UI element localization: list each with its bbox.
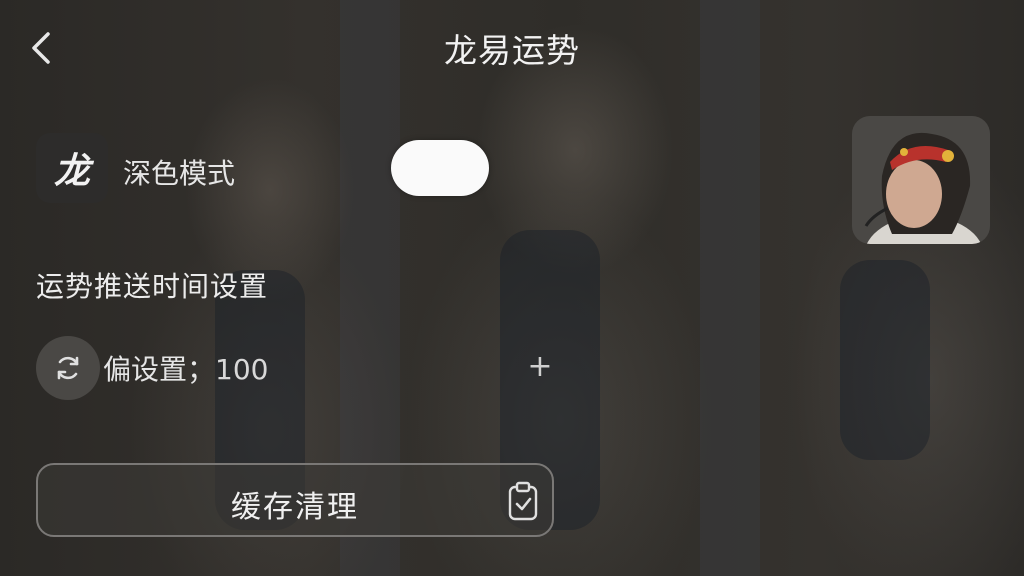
page-title: 龙易运势 xyxy=(444,31,580,70)
clear-cache-label: 缓存清理 xyxy=(231,490,359,525)
increment-button[interactable]: + xyxy=(522,350,558,386)
mascot-image xyxy=(852,116,990,244)
dark-mode-label: 深色模式 xyxy=(123,157,236,190)
refresh-icon[interactable] xyxy=(36,336,100,400)
background-shape xyxy=(840,260,930,460)
clipboard-check-icon xyxy=(508,481,538,521)
offset-setting-label: 偏设置； xyxy=(103,353,216,386)
clear-cache-button[interactable]: 缓存清理 xyxy=(36,463,554,537)
app-logo: 龙 xyxy=(36,133,108,203)
dark-mode-toggle[interactable] xyxy=(391,140,489,196)
background-stripe xyxy=(700,0,760,576)
offset-value: 100 xyxy=(215,353,269,386)
offset-setting: 偏设置；100 xyxy=(103,348,268,388)
push-time-settings-title: 运势推送时间设置 xyxy=(36,270,269,303)
app-logo-text: 龙 xyxy=(53,150,90,192)
